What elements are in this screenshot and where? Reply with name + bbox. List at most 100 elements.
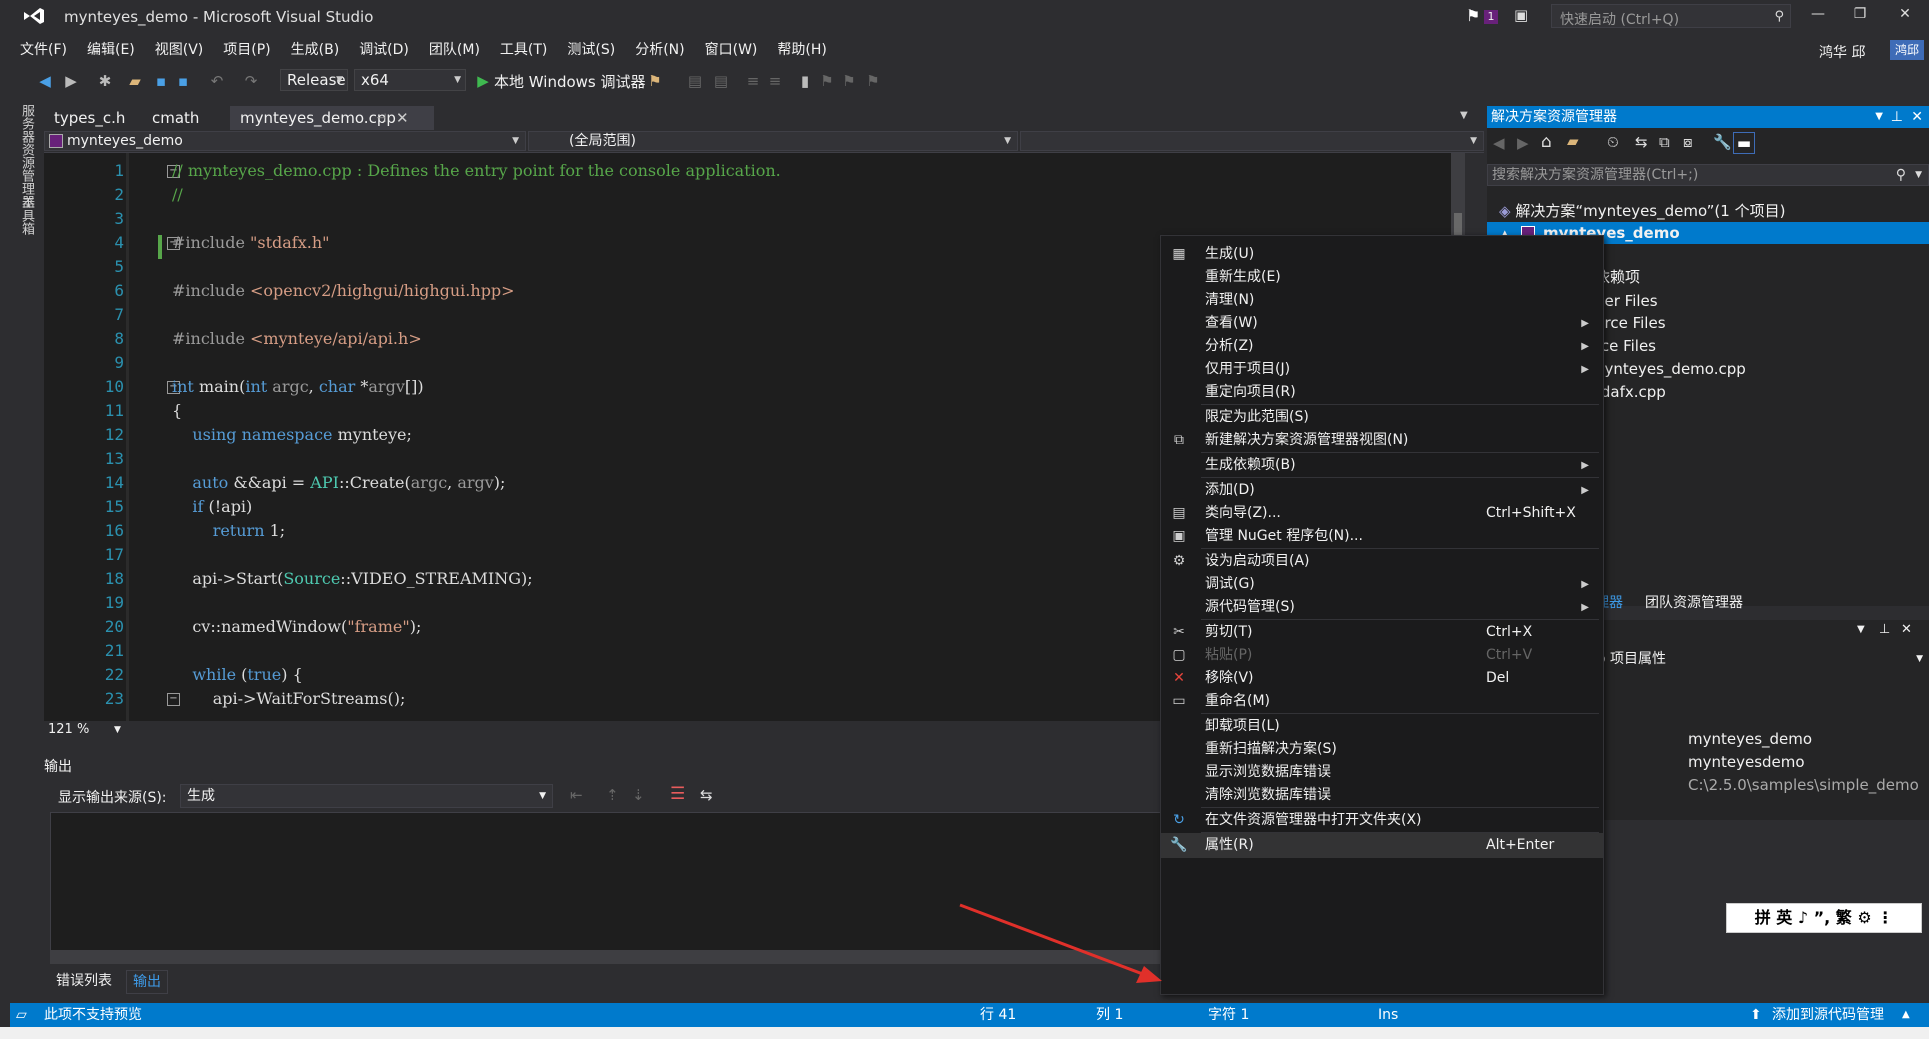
- context-menu-item[interactable]: 生成依赖项(B) ▶: [1161, 453, 1603, 478]
- step-over-icon[interactable]: ▤: [710, 70, 732, 92]
- add-to-source-control-button[interactable]: 添加到源代码管理: [1772, 1003, 1884, 1027]
- switch-view-icon[interactable]: ▰: [1567, 132, 1579, 150]
- chevron-down-icon[interactable]: ▼: [1875, 106, 1883, 128]
- save-icon[interactable]: ▪: [150, 70, 172, 92]
- context-menu-item[interactable]: 查看(W) ▶: [1161, 311, 1603, 336]
- show-all-files-icon[interactable]: ⧇: [1683, 133, 1693, 151]
- step-icon[interactable]: ▤: [684, 70, 706, 92]
- chevron-down-icon[interactable]: ▼: [1857, 624, 1865, 635]
- navigate-back-icon[interactable]: ◀: [34, 70, 56, 92]
- close-icon[interactable]: ✕: [396, 106, 409, 130]
- undo-icon[interactable]: ↶: [206, 70, 228, 92]
- save-all-icon[interactable]: ▪: [172, 70, 194, 92]
- context-menu-item[interactable]: ▣ 管理 NuGet 程序包(N)...: [1161, 524, 1603, 549]
- menu-team[interactable]: 团队(M): [419, 38, 490, 62]
- home-icon[interactable]: ⌂: [1541, 132, 1552, 152]
- context-menu-item[interactable]: ▤ 类向导(Z)... Ctrl+Shift+X: [1161, 501, 1603, 526]
- menu-file[interactable]: 文件(F): [10, 38, 77, 62]
- context-menu-item[interactable]: ✕ 移除(V) Del: [1161, 666, 1603, 691]
- tab-output[interactable]: 输出: [126, 970, 168, 994]
- tree-item[interactable]: tdafx.cpp: [1595, 381, 1666, 403]
- tab-overflow-chevron-icon[interactable]: ▼: [1460, 110, 1468, 121]
- property-value[interactable]: mynteyesdemo: [1688, 753, 1805, 771]
- back-icon[interactable]: ◀: [1493, 134, 1505, 152]
- attach-process-icon[interactable]: ⚑: [644, 70, 666, 92]
- tab-mynteyes-demo-cpp[interactable]: mynteyes_demo.cpp ⊣ ✕: [230, 106, 434, 130]
- next-message-icon[interactable]: ⇣: [632, 786, 645, 804]
- pending-changes-icon[interactable]: ⏲: [1607, 133, 1619, 151]
- previous-message-icon[interactable]: ⇡: [606, 786, 619, 804]
- restore-button[interactable]: ❐: [1845, 6, 1875, 22]
- user-name[interactable]: 鸿华 邱: [1819, 42, 1865, 62]
- tree-item[interactable]: der Files: [1595, 290, 1658, 312]
- feedback-icon[interactable]: ▣: [1514, 6, 1528, 24]
- collapse-all-icon[interactable]: ⧉: [1659, 133, 1670, 151]
- prev-bookmark-icon[interactable]: ⚑: [816, 70, 838, 92]
- tab-cmath[interactable]: cmath: [142, 106, 209, 130]
- context-menu-item[interactable]: 重新生成(E): [1161, 265, 1603, 290]
- minimize-button[interactable]: —: [1803, 6, 1833, 22]
- notification-flag-icon[interactable]: ⚑: [1466, 6, 1480, 25]
- start-debug-icon[interactable]: ▶: [472, 70, 494, 92]
- context-menu-item[interactable]: ▢ 粘贴(P) Ctrl+V: [1161, 643, 1603, 668]
- ime-toolbar[interactable]: 拼 英 ♪ ”, 繁 ⚙ ⋮: [1726, 903, 1922, 933]
- solution-search-input[interactable]: 搜索解决方案资源管理器(Ctrl+;) ⚲ ▼: [1487, 164, 1929, 186]
- uncomment-icon[interactable]: ≡: [764, 70, 786, 92]
- pin-icon[interactable]: ⊥: [1879, 622, 1890, 637]
- bookmark-icon[interactable]: ▮: [794, 70, 816, 92]
- pin-icon[interactable]: ⊣: [376, 106, 386, 130]
- word-wrap-icon[interactable]: ⇆: [700, 786, 713, 804]
- notification-count[interactable]: 1: [1484, 10, 1498, 24]
- menu-project[interactable]: 项目(P): [213, 38, 280, 62]
- menu-build[interactable]: 生成(B): [281, 38, 350, 62]
- property-value[interactable]: C:\2.5.0\samples\simple_demo: [1688, 776, 1928, 794]
- tab-types-c-h[interactable]: types_c.h: [44, 106, 135, 130]
- open-file-icon[interactable]: ▰: [124, 70, 146, 92]
- context-menu-item[interactable]: 重定向项目(R): [1161, 380, 1603, 405]
- context-menu-item[interactable]: ⧉ 新建解决方案资源管理器视图(N): [1161, 428, 1603, 453]
- context-menu-item[interactable]: 卸载项目(L): [1161, 714, 1603, 739]
- tree-item[interactable]: rce Files: [1595, 335, 1656, 357]
- tree-solution-node[interactable]: ◈ 解决方案“mynteyes_demo”(1 个项目): [1499, 200, 1785, 222]
- zoom-dropdown[interactable]: 121 % ▼: [48, 721, 128, 739]
- context-menu-item[interactable]: 添加(D) ▶: [1161, 478, 1603, 503]
- context-menu-item[interactable]: 调试(G) ▶: [1161, 572, 1603, 597]
- forward-icon[interactable]: ▶: [1517, 134, 1529, 152]
- context-menu-item[interactable]: ▦ 生成(U): [1161, 242, 1603, 267]
- menu-tools[interactable]: 工具(T): [490, 38, 557, 62]
- tab-error-list[interactable]: 错误列表: [50, 970, 118, 992]
- server-explorer-tab[interactable]: 服务器资源管理器: [14, 104, 36, 208]
- project-dropdown[interactable]: mynteyes_demo ▼: [44, 131, 526, 151]
- context-menu-item[interactable]: ⚙ 设为启动项目(A): [1161, 549, 1603, 574]
- output-source-select[interactable]: 生成 ▼: [180, 784, 553, 808]
- property-value[interactable]: mynteyes_demo: [1688, 730, 1812, 748]
- context-menu-item[interactable]: ↻ 在文件资源管理器中打开文件夹(X): [1161, 808, 1603, 833]
- context-menu-item[interactable]: 清除浏览数据库错误: [1161, 783, 1603, 808]
- pin-icon[interactable]: ⊥: [1891, 106, 1903, 128]
- comment-icon[interactable]: ≡: [742, 70, 764, 92]
- menu-window[interactable]: 窗口(W): [695, 38, 768, 62]
- tab-team-explorer[interactable]: 团队资源管理器: [1645, 592, 1743, 614]
- tree-item[interactable]: urce Files: [1595, 312, 1666, 334]
- context-menu-item[interactable]: 仅用于项目(J) ▶: [1161, 357, 1603, 382]
- preview-selected-icon[interactable]: ▬: [1733, 132, 1755, 154]
- toolbox-tab[interactable]: 工具箱: [14, 196, 36, 235]
- platform-select[interactable]: x64 ▼: [354, 69, 466, 91]
- context-menu-item[interactable]: 显示浏览数据库错误: [1161, 760, 1603, 785]
- tree-item[interactable]: nynteyes_demo.cpp: [1595, 358, 1746, 380]
- menu-test[interactable]: 测试(S): [557, 38, 625, 62]
- menu-debug[interactable]: 调试(D): [349, 38, 419, 62]
- clear-all-icon[interactable]: ☰: [670, 784, 685, 804]
- member-dropdown[interactable]: ▼: [1020, 131, 1484, 151]
- context-menu-item[interactable]: ▭ 重命名(M): [1161, 689, 1603, 714]
- clear-bookmarks-icon[interactable]: ⚑: [862, 70, 884, 92]
- avatar[interactable]: 鸿邱: [1890, 40, 1924, 60]
- menu-edit[interactable]: 编辑(E): [77, 38, 145, 62]
- chevron-up-icon[interactable]: ▲: [1902, 1003, 1910, 1027]
- configuration-select[interactable]: Release ▼: [280, 69, 348, 91]
- menu-view[interactable]: 视图(V): [145, 38, 214, 62]
- context-menu-item[interactable]: 🔧 属性(R) Alt+Enter: [1161, 833, 1603, 858]
- start-debugger-button[interactable]: 本地 Windows 调试器: [494, 71, 646, 92]
- context-menu-item[interactable]: 源代码管理(S) ▶: [1161, 595, 1603, 620]
- context-menu-item[interactable]: 限定为此范围(S): [1161, 405, 1603, 430]
